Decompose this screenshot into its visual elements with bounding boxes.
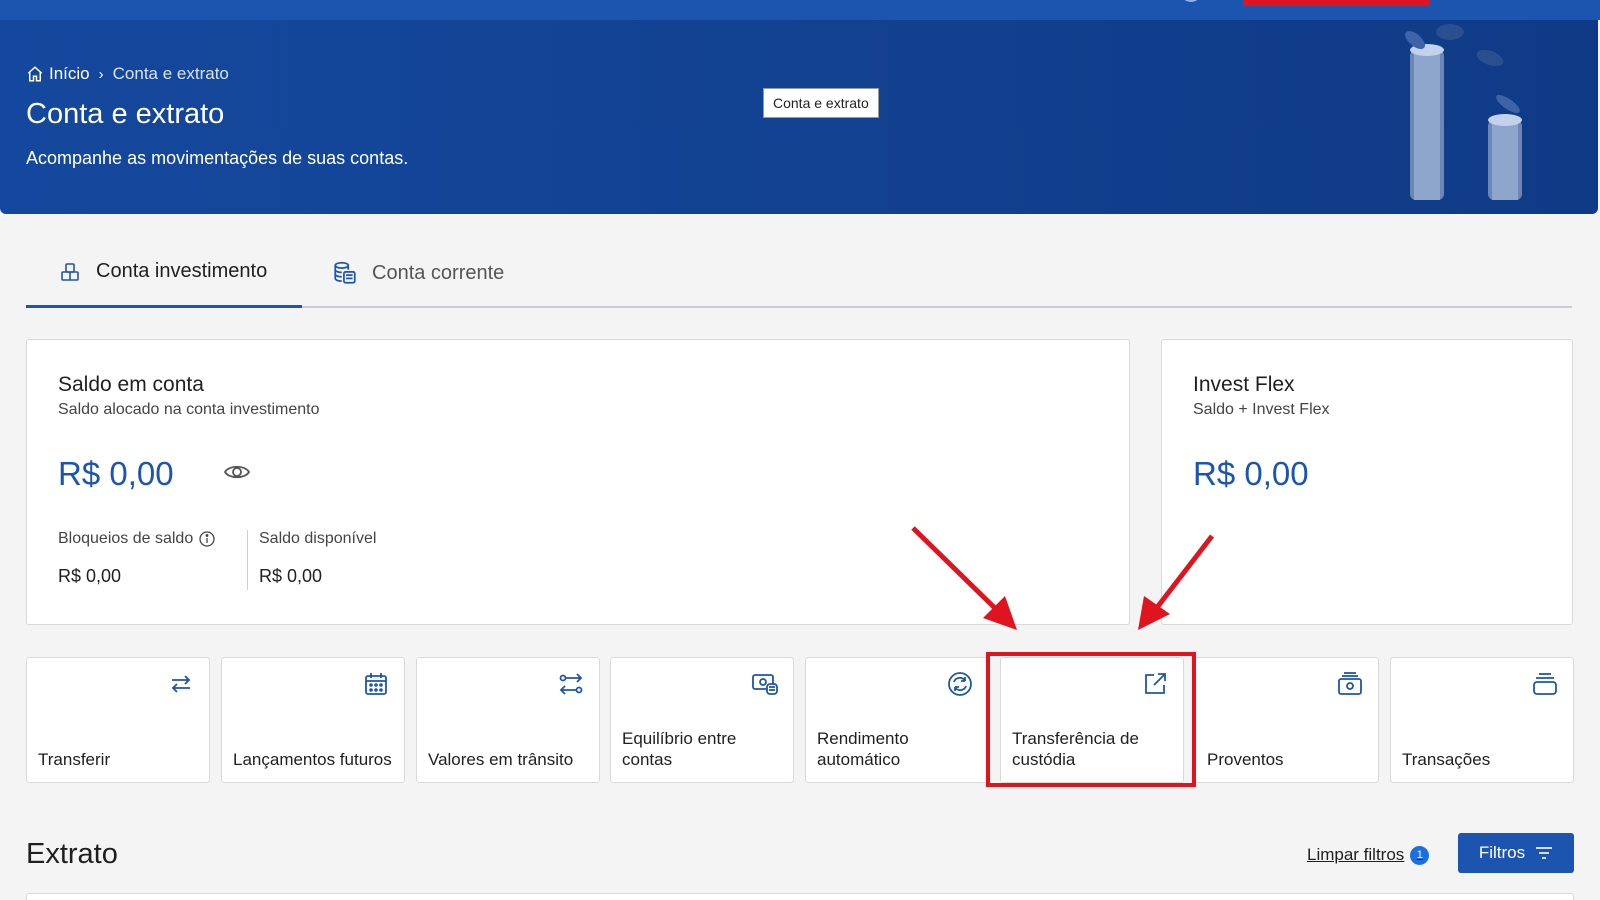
tab-label: Conta corrente [372, 261, 505, 284]
transfer-arrows-icon [171, 675, 191, 693]
bloqueios-label: Bloqueios de saldo [58, 530, 194, 547]
filters-button[interactable]: Filtros [1458, 833, 1574, 873]
breadcrumb-current: Conta e extrato [112, 64, 229, 83]
invest-flex-title: Invest Flex [1193, 373, 1295, 396]
action-transferencia-de-custodia[interactable]: Transferência de custódia [1000, 657, 1184, 783]
bloqueios-value: R$ 0,00 [58, 566, 122, 586]
tab-conta-investimento[interactable]: Conta investimento [26, 238, 302, 308]
clear-filters-label: Limpar filtros [1307, 845, 1405, 864]
action-equilibrio-entre-contas[interactable]: Equilíbrio entre contas [610, 657, 794, 783]
investment-icon [61, 262, 79, 281]
disponivel-value: R$ 0,00 [259, 566, 323, 586]
breadcrumb-home-label: Início [49, 64, 90, 83]
action-proventos[interactable]: Proventos [1195, 657, 1379, 783]
saldo-title: Saldo em conta [58, 373, 204, 396]
account-tabs: Conta investimento Conta corrente [26, 238, 1572, 308]
page-header: Início › Conta e extrato Conta e extrato… [0, 20, 1598, 214]
external-link-icon [1145, 673, 1166, 694]
tab-conta-corrente[interactable]: Conta corrente [332, 238, 504, 308]
tab-label: Conta investimento [96, 260, 268, 282]
breadcrumb-separator: › [98, 65, 104, 83]
action-label: Transações [1402, 750, 1491, 769]
red-menu-strip[interactable] [1243, 0, 1429, 6]
tooltip: Conta e extrato [763, 88, 879, 118]
action-label: Equilíbrio entre contas [622, 729, 737, 769]
stack-icon [1533, 673, 1557, 695]
saldo-value: R$ 0,00 [58, 455, 174, 492]
action-label: Proventos [1207, 750, 1284, 769]
clear-filters-link[interactable]: Limpar filtros 1 [1307, 845, 1430, 865]
filters-button-label: Filtros [1478, 843, 1526, 862]
extrato-card [26, 893, 1574, 900]
action-rendimento-automatico[interactable]: Rendimento automático [805, 657, 989, 783]
breadcrumb-home-link[interactable]: Início [26, 64, 90, 84]
column-divider [247, 530, 248, 590]
disponivel-label: Saldo disponível [259, 530, 377, 547]
saldo-subtitle: Saldo alocado na conta investimento [58, 401, 320, 418]
saldo-card: Saldo em conta Saldo alocado na conta in… [26, 339, 1130, 625]
action-label: Valores em trânsito [428, 750, 574, 769]
action-lancamentos-futuros[interactable]: Lançamentos futuros [221, 657, 405, 783]
breadcrumb: Início › Conta e extrato [26, 64, 229, 84]
action-label: Transferir [38, 750, 111, 769]
action-transferir[interactable]: Transferir [26, 657, 210, 783]
home-icon [27, 66, 43, 82]
action-label: Rendimento automático [817, 729, 909, 769]
action-valores-em-transito[interactable]: Valores em trânsito [416, 657, 600, 783]
invest-flex-card: Invest Flex Saldo + Invest Flex R$ 0,00 [1161, 339, 1573, 625]
user-avatar-icon[interactable] [1180, 0, 1202, 2]
invest-flex-value: R$ 0,00 [1193, 455, 1309, 492]
disponivel-column: Saldo disponível R$ 0,00 [259, 530, 376, 587]
extrato-title: Extrato [26, 838, 118, 870]
page-subtitle: Acompanhe as movimentações de suas conta… [26, 148, 409, 168]
top-navigation-bar [0, 0, 1600, 20]
filter-count-badge: 1 [1410, 845, 1430, 865]
eye-icon[interactable] [223, 461, 251, 483]
money-balance-icon [752, 674, 778, 695]
action-label: Lançamentos futuros [233, 750, 392, 769]
coins-illustration-icon [1405, 24, 1522, 200]
invest-flex-subtitle: Saldo + Invest Flex [1193, 401, 1330, 418]
coins-stack-icon [334, 261, 356, 284]
auto-yield-icon [948, 672, 972, 696]
transit-arrows-icon [559, 673, 583, 695]
info-icon[interactable] [199, 531, 215, 547]
quick-actions: Transferir Lançamentos futuros Valores e… [26, 657, 1574, 783]
action-transacoes[interactable]: Transações [1390, 657, 1574, 783]
wallet-icon [1338, 672, 1362, 695]
calendar-icon [365, 673, 387, 695]
action-label: Transferência de custódia [1012, 729, 1139, 769]
bloqueios-column: Bloqueios de saldo R$ 0,00 [58, 530, 215, 587]
page-title: Conta e extrato [26, 98, 225, 130]
filter-lines-icon [1536, 847, 1553, 859]
